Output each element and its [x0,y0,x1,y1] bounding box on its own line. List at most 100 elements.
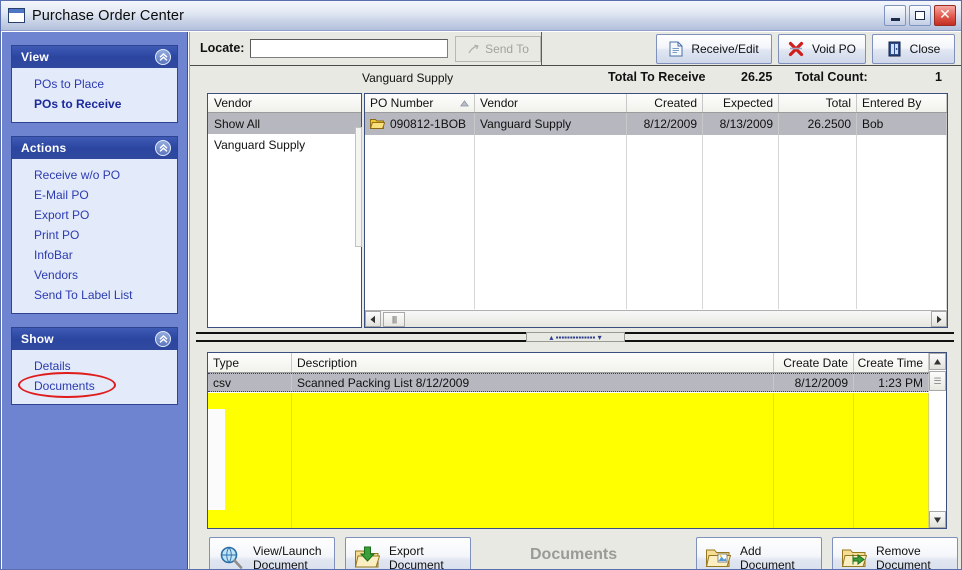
folder-add-icon [705,549,731,567]
doc-row-create-time-cell: 1:23 PM [854,374,929,391]
window-icon [8,8,25,23]
sidebar-panel-show-title: Show [21,332,54,346]
sidebar-item-pos-to-receive[interactable]: POs to Receive [12,94,177,114]
scroll-left-arrow-icon[interactable] [365,311,381,327]
window-controls: ✕ [884,5,956,26]
splitter[interactable]: ▴ ▪▪▪▪▪▪▪▪▪▪▪▪▪▪ ▾ [196,332,954,342]
view-launch-document-button[interactable]: View/Launch Document [209,537,335,569]
sidebar-item-send-to-label-list[interactable]: Send To Label List [12,285,177,305]
window-title: Purchase Order Center [32,7,184,24]
po-column-po-number[interactable]: PO Number [365,94,475,112]
red-x-icon [788,41,804,57]
documents-grid: Type Description Create Date Create Time… [207,352,947,529]
documents-grid-vscroll-thumb[interactable]: ☰ [929,371,946,391]
po-grid: PO Number Vendor Created Expected Total … [364,93,948,328]
sidebar-item-pos-to-place[interactable]: POs to Place [12,74,177,94]
po-row-entered-by-cell: Bob [857,113,947,135]
sidebar-item-receive-wo-po[interactable]: Receive w/o PO [12,165,177,185]
doc-column-create-time[interactable]: Create Time [854,353,929,372]
chevron-up-double-icon[interactable] [155,140,171,156]
vendor-list-item-vanguard-supply[interactable]: Vanguard Supply [208,134,361,155]
receive-edit-button[interactable]: Receive/Edit [656,34,772,64]
splitter-grip-icon[interactable]: ▴ ▪▪▪▪▪▪▪▪▪▪▪▪▪▪ ▾ [526,332,625,342]
sidebar-item-infobar[interactable]: InfoBar [12,245,177,265]
vendor-list-header[interactable]: Vendor [208,94,361,113]
po-grid-header: PO Number Vendor Created Expected Total … [365,94,947,113]
add-document-button[interactable]: Add Document [696,537,822,569]
void-po-button[interactable]: Void PO [778,34,866,64]
add-document-line1: Add [740,544,762,558]
documents-grid-vscroll-track[interactable] [208,409,225,510]
documents-grid-header: Type Description Create Date Create Time [208,353,946,373]
total-to-receive-label: Total To Receive [608,70,706,84]
po-column-created[interactable]: Created [627,94,703,112]
sidebar-item-vendors[interactable]: Vendors [12,265,177,285]
maximize-button[interactable] [909,5,931,26]
po-column-total[interactable]: Total [779,94,857,112]
add-document-labels: Add Document [740,544,795,569]
total-count-value: 1 [935,70,942,84]
sidebar-panel-actions-header[interactable]: Actions [12,137,177,159]
locate-toolbar: Locate: Send To Receive/Edit Void PO Clo… [190,32,961,66]
sidebar-panel-view-header[interactable]: View [12,46,177,68]
sidebar-panel-show-body: Details Documents [12,350,177,404]
po-column-expected[interactable]: Expected [703,94,779,112]
scroll-right-arrow-icon[interactable] [931,311,947,327]
sidebar-panel-show-header[interactable]: Show [12,328,177,350]
vendor-list-item-show-all[interactable]: Show All [208,113,361,134]
po-row-created-cell: 8/12/2009 [627,113,703,135]
sidebar-item-export-po[interactable]: Export PO [12,205,177,225]
doc-row-create-date-cell: 8/12/2009 [774,374,854,391]
doc-row-type-cell: csv [208,374,292,391]
locate-input[interactable] [250,39,448,58]
send-to-button[interactable]: Send To [455,36,541,62]
sidebar: View POs to Place POs to Receive Actions… [2,32,188,569]
documents-caption: Documents [530,546,618,563]
sort-ascending-icon [460,99,469,106]
receive-edit-label: Receive/Edit [691,42,759,56]
minimize-button[interactable] [884,5,906,26]
po-row-total-cell: 26.2500 [779,113,857,135]
view-launch-document-labels: View/Launch Document [253,544,322,569]
remove-document-button[interactable]: Remove Document [832,537,958,570]
po-grid-row[interactable]: 090812-1BOB Vanguard Supply 8/12/2009 8/… [365,113,947,135]
scroll-down-arrow-icon[interactable] [929,511,946,528]
send-to-label: Send To [485,42,529,56]
sidebar-item-details[interactable]: Details [12,356,177,376]
vendor-list[interactable]: Vendor Show All Vanguard Supply [207,93,362,328]
doc-column-type[interactable]: Type [208,353,292,372]
po-grid-horizontal-scrollbar[interactable]: |||| [365,310,947,327]
po-row-number-cell: 090812-1BOB [365,113,475,135]
po-row-expected-cell: 8/13/2009 [703,113,779,135]
po-column-entered-by[interactable]: Entered By [857,94,947,112]
po-grid-hscroll-thumb[interactable]: |||| [383,311,405,327]
sidebar-item-print-po[interactable]: Print PO [12,225,177,245]
close-button[interactable]: ✕ [934,5,956,26]
document-icon [669,41,683,57]
sidebar-panel-show: Show Details Documents [11,327,178,405]
po-column-vendor[interactable]: Vendor [475,94,627,112]
scroll-up-arrow-icon[interactable] [929,353,946,370]
export-document-line2: Document [389,558,444,570]
documents-grid-row[interactable]: csv Scanned Packing List 8/12/2009 8/12/… [208,373,946,392]
vendor-list-vertical-scrollbar[interactable] [355,127,362,247]
chevron-up-double-icon[interactable] [155,49,171,65]
close-window-button[interactable]: Close [872,34,955,64]
sidebar-panel-actions: Actions Receive w/o PO E-Mail PO Export … [11,136,178,314]
doc-column-description[interactable]: Description [292,353,774,372]
locate-label: Locate: [200,41,245,55]
open-folder-icon [370,119,385,129]
doc-column-create-date[interactable]: Create Date [774,353,854,372]
total-count-label: Total Count: [795,70,868,84]
po-grid-empty-area [365,135,947,309]
remove-document-line2: Document [876,558,931,570]
documents-grid-vertical-scrollbar[interactable]: ☰ [929,353,946,528]
export-document-button[interactable]: Export Document [345,537,471,570]
summary-bar: Vanguard Supply Total To Receive 26.25 T… [190,67,961,91]
sidebar-item-documents[interactable]: Documents [12,372,177,398]
view-launch-document-line1: View/Launch [253,544,322,558]
po-column-po-number-label: PO Number [370,96,434,110]
sidebar-item-email-po[interactable]: E-Mail PO [12,185,177,205]
chevron-up-double-icon[interactable] [155,331,171,347]
remove-document-line1: Remove [876,544,921,558]
